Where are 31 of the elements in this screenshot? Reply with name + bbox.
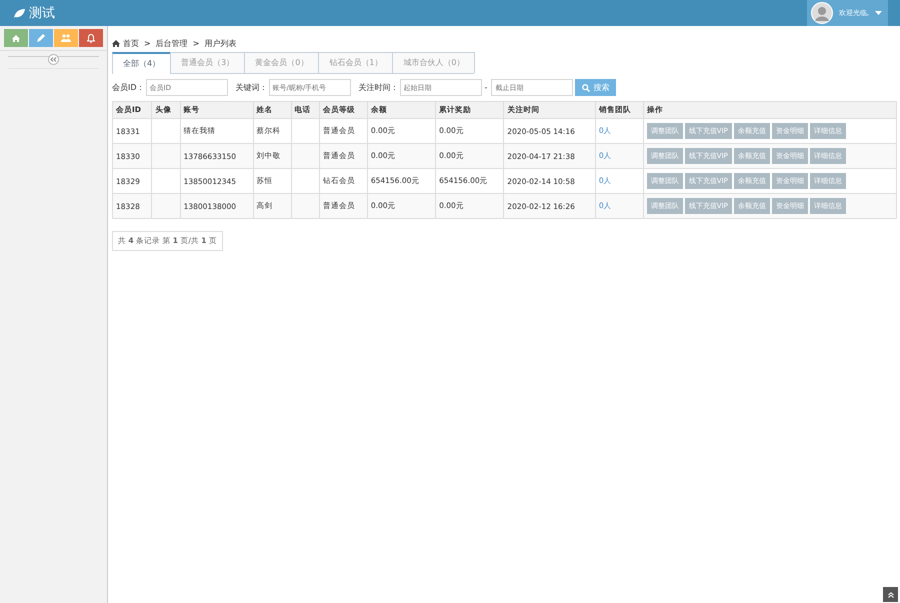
home-icon [112,40,120,46]
pencil-icon [37,34,45,42]
field-label: 关注时间： [358,82,399,93]
field-label: 会员ID： [112,82,145,93]
collapse-icon[interactable] [48,54,59,65]
tab[interactable]: 全部（4） [112,52,172,74]
tab[interactable]: 普通会员（3） [170,52,246,73]
caret-icon [875,11,882,15]
breadcrumb-separator: > [144,38,151,48]
field-label: 关键词： [236,82,268,93]
app-title: 测试 [29,5,55,22]
leaf-icon [13,8,26,18]
breadcrumb-item[interactable]: 后台管理 [156,38,188,48]
range-separator: - [484,83,488,92]
tab[interactable]: 钻石会员（1） [318,52,394,73]
bell-icon [87,34,95,42]
double-chevron-icon [888,592,894,598]
breadcrumb-item: 用户列表 [204,38,236,48]
home-icon [12,34,20,42]
breadcrumb-separator: > [192,38,200,48]
home-button[interactable] [4,29,28,47]
users-icon [61,34,71,42]
tab[interactable]: 城市合伙人（0） [392,52,476,73]
avatar-icon [810,2,833,24]
scroll-top-button[interactable] [883,587,898,602]
edit-button[interactable] [29,29,53,47]
breadcrumb-item[interactable]: 首页 [123,38,139,48]
tab[interactable]: 黄金会员（0） [244,52,320,73]
search-icon [582,84,590,92]
bell-button[interactable] [79,29,103,47]
search-button[interactable]: 搜索 [575,79,616,96]
